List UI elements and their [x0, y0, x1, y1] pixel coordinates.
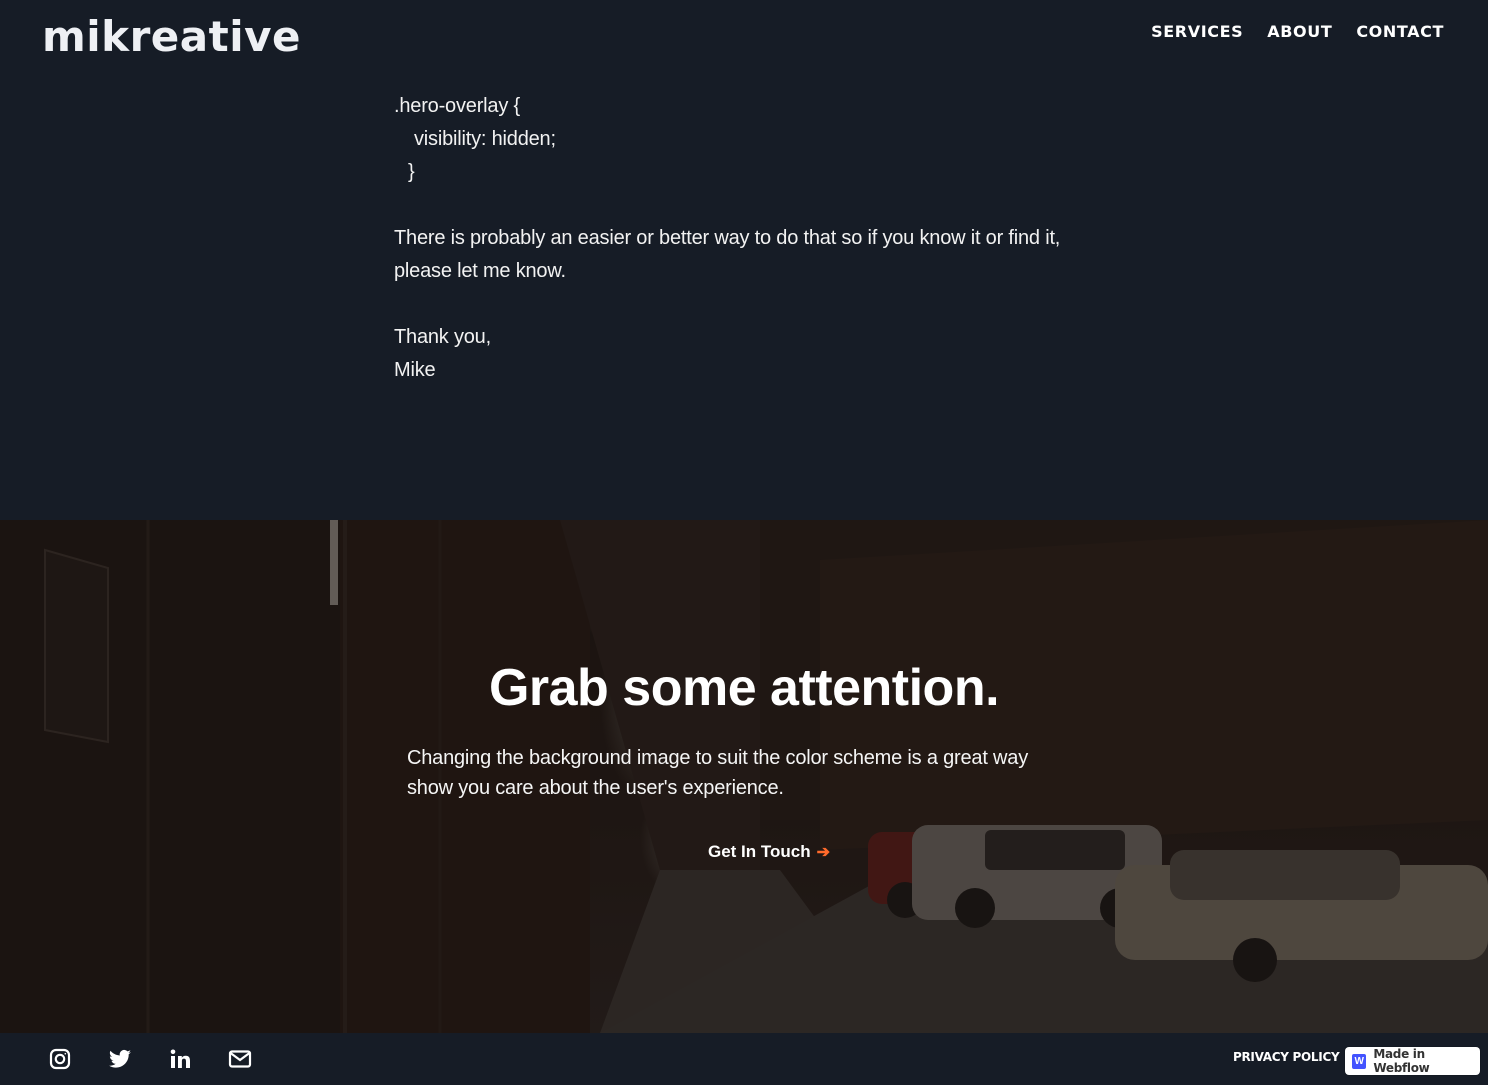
twitter-link[interactable] — [108, 1047, 132, 1071]
cta-section: Grab some attention. Changing the backgr… — [0, 520, 1488, 1033]
code-line: visibility: hidden; — [414, 128, 556, 150]
arrow-right-icon: ➔ — [816, 844, 831, 861]
article-signature: Mike — [394, 359, 436, 381]
webflow-badge-label: Made in Webflow — [1373, 1047, 1430, 1075]
footer: PRIVACY POLICY W Made in Webflow — [0, 1033, 1488, 1085]
linkedin-icon — [170, 1049, 190, 1068]
linkedin-link[interactable] — [168, 1047, 192, 1071]
made-in-webflow-badge[interactable]: W Made in Webflow — [1345, 1047, 1480, 1075]
navbar: mikreative SERVICES ABOUT CONTACT — [0, 0, 1488, 80]
social-links — [48, 1047, 252, 1071]
nav-link-contact[interactable]: CONTACT — [1356, 22, 1444, 41]
get-in-touch-label: Get In Touch — [708, 842, 811, 861]
cta-title: Grab some attention. — [488, 659, 1000, 717]
instagram-link[interactable] — [48, 1047, 72, 1071]
code-line: } — [408, 161, 415, 183]
get-in-touch-link[interactable]: Get In Touch ➔ — [708, 842, 830, 862]
article-paragraph: There is probably an easier or better wa… — [394, 227, 1061, 282]
privacy-policy-link[interactable]: PRIVACY POLICY — [1233, 1050, 1340, 1064]
article-body: .hero-overlay { visibility: hidden; } Th… — [394, 90, 1094, 387]
mail-icon — [228, 1050, 252, 1068]
cta-text: Changing the background image to suit th… — [407, 747, 1029, 799]
nav-link-about[interactable]: ABOUT — [1267, 22, 1332, 41]
email-link[interactable] — [228, 1047, 252, 1071]
logo-link[interactable]: mikreative — [42, 12, 301, 61]
webflow-logo-icon: W — [1352, 1053, 1367, 1069]
nav-link-services[interactable]: SERVICES — [1151, 22, 1243, 41]
code-line: .hero-overlay { — [394, 95, 520, 117]
twitter-icon — [109, 1049, 131, 1068]
main-nav: SERVICES ABOUT CONTACT — [1151, 22, 1444, 41]
article-signoff: Thank you, — [394, 326, 491, 348]
instagram-icon — [49, 1048, 71, 1070]
